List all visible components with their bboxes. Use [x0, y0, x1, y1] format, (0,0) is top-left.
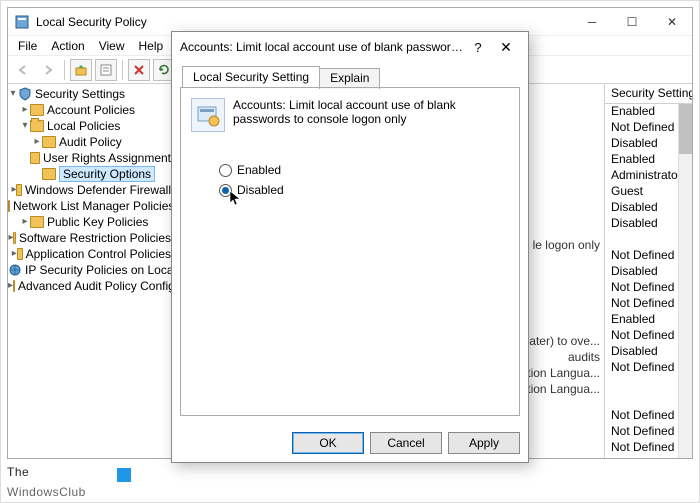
- shield-icon: [18, 87, 32, 101]
- folder-icon: [8, 200, 10, 212]
- folder-icon: [30, 120, 44, 132]
- policy-row-fragment[interactable]: nition Langua...: [518, 382, 600, 396]
- dialog-title: Accounts: Limit local account use of bla…: [180, 40, 464, 54]
- folder-icon: [30, 152, 40, 164]
- tree-item[interactable]: User Rights Assignment: [8, 150, 175, 166]
- folder-icon: [42, 168, 56, 180]
- tree-twisty[interactable]: ▸: [32, 137, 42, 147]
- cancel-button[interactable]: Cancel: [370, 432, 442, 454]
- help-button[interactable]: ?: [464, 40, 492, 55]
- tree-twisty[interactable]: ▸: [20, 105, 30, 115]
- watermark-logo-icon: [117, 468, 131, 482]
- policy-description: Accounts: Limit local account use of bla…: [233, 98, 509, 132]
- tree-item-label: Audit Policy: [59, 135, 122, 149]
- tree-view[interactable]: ▾ Security Settings ▸ Account Policies ▾ Lo…: [8, 84, 176, 458]
- delete-button[interactable]: [128, 59, 150, 81]
- radio-disabled[interactable]: [219, 184, 232, 197]
- forward-button: [37, 59, 59, 81]
- policy-icon: [191, 98, 225, 132]
- folder-icon: [30, 104, 44, 116]
- tree-item[interactable]: ▸Advanced Audit Policy Configuration: [8, 278, 175, 294]
- tree-item[interactable]: ▸Windows Defender Firewall: [8, 182, 175, 198]
- scrollbar-thumb[interactable]: [679, 104, 692, 154]
- radio-enabled-label: Enabled: [237, 163, 281, 177]
- tree-item[interactable]: Network List Manager Policies: [8, 198, 175, 214]
- policy-row-fragment[interactable]: le logon only: [533, 238, 600, 252]
- folder-icon: [16, 184, 21, 196]
- menu-view[interactable]: View: [93, 37, 131, 55]
- menu-file[interactable]: File: [12, 37, 43, 55]
- tree-item[interactable]: ▾ Local Policies: [8, 118, 175, 134]
- tree-item[interactable]: ▸ Public Key Policies: [8, 214, 175, 230]
- watermark-line1: The: [7, 465, 29, 479]
- tree-item-label: Security Options: [59, 166, 155, 182]
- radio-enabled[interactable]: [219, 164, 232, 177]
- close-button[interactable]: ✕: [652, 8, 692, 36]
- menu-help[interactable]: Help: [133, 37, 170, 55]
- tab-local-security-setting[interactable]: Local Security Setting: [182, 66, 320, 87]
- vertical-scrollbar[interactable]: [678, 104, 692, 458]
- properties-dialog: Accounts: Limit local account use of bla…: [171, 31, 529, 463]
- tab-explain[interactable]: Explain: [319, 68, 380, 89]
- ok-button[interactable]: OK: [292, 432, 364, 454]
- tree-twisty[interactable]: ▾: [20, 121, 30, 131]
- folder-icon: [13, 280, 15, 292]
- minimize-button[interactable]: ─: [572, 8, 612, 36]
- radio-disabled-row[interactable]: Disabled: [219, 180, 509, 200]
- tree-item[interactable]: ▸Application Control Policies: [8, 246, 175, 262]
- column-header[interactable]: Security Setting: [605, 84, 692, 104]
- tree-item[interactable]: Security Options: [8, 166, 175, 182]
- tree-twisty[interactable]: ▸: [20, 217, 30, 227]
- tree-item-label: Account Policies: [47, 103, 135, 117]
- tree-item-label: User Rights Assignment: [43, 151, 171, 165]
- policy-row-fragment[interactable]: r later) to ove...: [519, 334, 600, 348]
- window-title: Local Security Policy: [36, 15, 572, 29]
- tree-root[interactable]: ▾ Security Settings: [8, 86, 175, 102]
- tree-item-label: Advanced Audit Policy Configuration: [18, 279, 176, 293]
- watermark: The WindowsClub: [7, 460, 86, 500]
- policy-row-fragment[interactable]: nition Langua...: [518, 366, 600, 380]
- up-button[interactable]: [70, 59, 92, 81]
- dialog-close-button[interactable]: ✕: [492, 39, 520, 56]
- tree-item-label: Local Policies: [47, 119, 120, 133]
- tree-item-label: Network List Manager Policies: [13, 199, 174, 213]
- app-icon: [14, 14, 30, 30]
- folder-icon: [42, 136, 56, 148]
- dialog-tabs: Local Security Setting Explain: [180, 66, 520, 87]
- folder-icon: [30, 216, 44, 228]
- tree-item[interactable]: ▸ Account Policies: [8, 102, 175, 118]
- radio-disabled-label: Disabled: [237, 183, 284, 197]
- tree-item-label: IP Security Policies on Local: [25, 263, 176, 277]
- dialog-titlebar[interactable]: Accounts: Limit local account use of bla…: [172, 32, 528, 62]
- properties-button[interactable]: [95, 59, 117, 81]
- menu-action[interactable]: Action: [45, 37, 90, 55]
- tree-item[interactable]: ▸ Audit Policy: [8, 134, 175, 150]
- watermark-line2: WindowsClub: [7, 485, 86, 499]
- tree-item[interactable]: IP Security Policies on Local: [8, 262, 175, 278]
- maximize-button[interactable]: ☐: [612, 8, 652, 36]
- security-setting-column: Security Setting EnabledNot DefinedDisab…: [604, 84, 692, 458]
- tree-item-label: Application Control Policies: [26, 247, 171, 261]
- folder-icon: [17, 248, 23, 260]
- tree-item[interactable]: ▸Software Restriction Policies: [8, 230, 175, 246]
- tree-item-label: Public Key Policies: [47, 215, 148, 229]
- tree-item-label: Windows Defender Firewall: [25, 183, 171, 197]
- ipsec-icon: [8, 263, 22, 277]
- radio-enabled-row[interactable]: Enabled: [219, 160, 509, 180]
- tree-item-label: Software Restriction Policies: [19, 231, 171, 245]
- folder-icon: [13, 232, 15, 244]
- tree-root-label: Security Settings: [35, 87, 125, 101]
- back-button: [12, 59, 34, 81]
- tab-page: Accounts: Limit local account use of bla…: [180, 87, 520, 416]
- policy-row-fragment[interactable]: audits: [568, 350, 600, 364]
- apply-button[interactable]: Apply: [448, 432, 520, 454]
